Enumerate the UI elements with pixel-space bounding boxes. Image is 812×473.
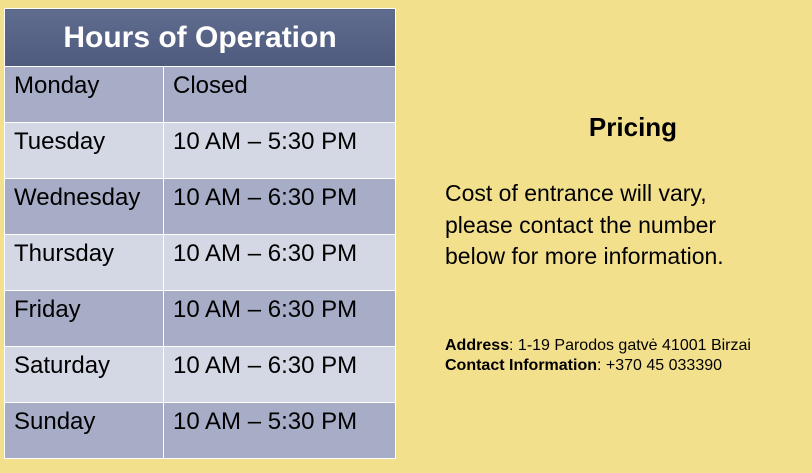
address-value: : 1-19 Parodos gatvė 41001 Birzai xyxy=(509,337,751,354)
pricing-description: Cost of entrance will vary, please conta… xyxy=(445,178,785,273)
day-cell: Thursday xyxy=(4,234,164,291)
hours-table: Hours of Operation Monday Closed Tuesday… xyxy=(4,8,396,459)
pricing-line: below for more information. xyxy=(445,243,724,269)
day-cell: Monday xyxy=(4,66,164,123)
hours-header-row: Hours of Operation xyxy=(4,8,396,67)
table-row: Wednesday 10 AM – 6:30 PM xyxy=(4,178,396,235)
day-cell: Sunday xyxy=(4,402,164,459)
contact-info: Address: 1-19 Parodos gatvė 41001 Birzai… xyxy=(445,336,805,376)
table-row: Monday Closed xyxy=(4,66,396,123)
table-row: Tuesday 10 AM – 5:30 PM xyxy=(4,122,396,179)
contact-value: : +370 45 033390 xyxy=(597,357,723,374)
time-cell: 10 AM – 6:30 PM xyxy=(163,178,396,235)
table-row: Sunday 10 AM – 5:30 PM xyxy=(4,402,396,459)
pricing-line: Cost of entrance will vary, xyxy=(445,180,707,206)
table-row: Thursday 10 AM – 6:30 PM xyxy=(4,234,396,291)
address-label: Address xyxy=(445,337,510,354)
pricing-title: Pricing xyxy=(588,112,678,142)
pricing-line: please contact the number xyxy=(445,211,717,238)
time-cell: 10 AM – 6:30 PM xyxy=(163,234,396,291)
table-row: Saturday 10 AM – 6:30 PM xyxy=(4,346,396,403)
day-cell: Friday xyxy=(4,290,164,347)
contact-label: Contact Information xyxy=(445,357,597,374)
time-cell: Closed xyxy=(163,66,396,123)
contact-line: Contact Information: +370 45 033390 xyxy=(445,356,805,376)
day-cell: Saturday xyxy=(4,346,164,403)
hours-title: Hours of Operation xyxy=(4,8,396,67)
address-line: Address: 1-19 Parodos gatvė 41001 Birzai xyxy=(445,336,805,356)
time-cell: 10 AM – 5:30 PM xyxy=(163,402,396,459)
table-row: Friday 10 AM – 6:30 PM xyxy=(4,290,396,347)
time-cell: 10 AM – 6:30 PM xyxy=(163,290,396,347)
time-cell: 10 AM – 5:30 PM xyxy=(163,122,396,179)
day-cell: Wednesday xyxy=(4,178,164,235)
time-cell: 10 AM – 6:30 PM xyxy=(163,346,396,403)
day-cell: Tuesday xyxy=(4,122,164,179)
